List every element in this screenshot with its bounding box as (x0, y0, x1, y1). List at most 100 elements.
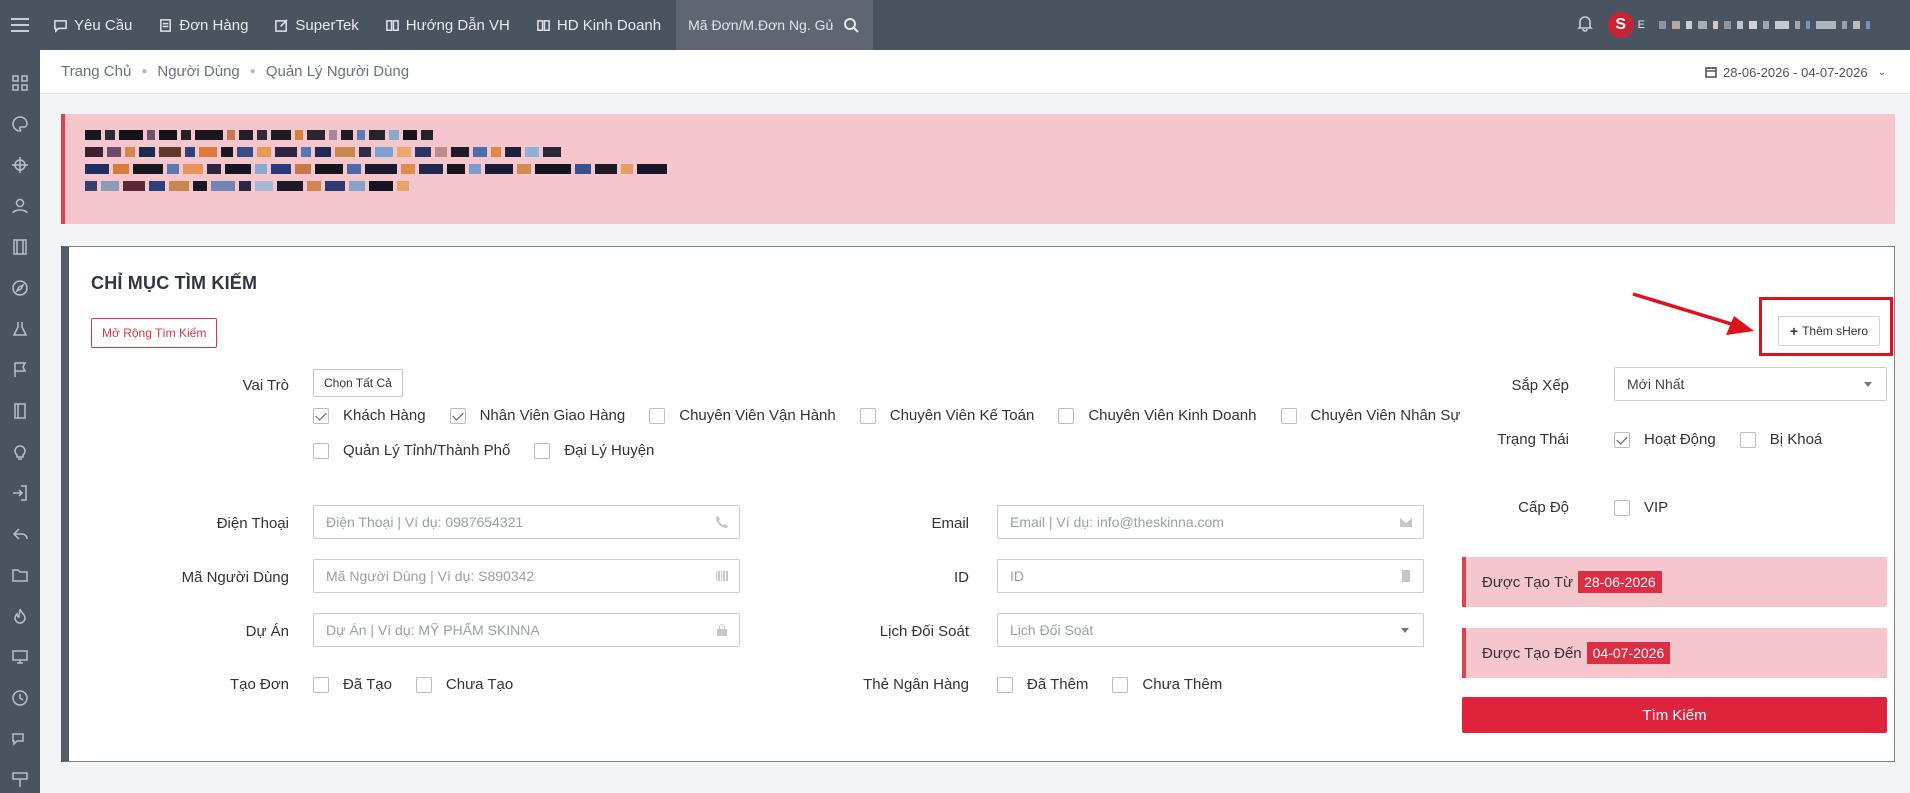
bank-card-options: Đã Thêm Chưa Thêm (997, 676, 1246, 693)
id-input[interactable] (1010, 568, 1389, 584)
bank-card-option[interactable]: Chưa Thêm (1112, 676, 1222, 693)
id-card-icon (1389, 560, 1423, 592)
role-label: Vai Trò (242, 377, 289, 394)
role-option[interactable]: Chuyên Viên Kinh Doanh (1058, 407, 1257, 424)
id-label: ID (954, 569, 969, 586)
level-options: VIP (1614, 499, 1692, 516)
edit-icon (275, 18, 289, 32)
dashboard-icon[interactable] (10, 72, 30, 93)
checkbox[interactable] (649, 407, 666, 424)
bell-icon[interactable] (1576, 14, 1594, 36)
flag-icon[interactable] (10, 359, 30, 380)
search-icon[interactable] (843, 17, 859, 33)
checkbox[interactable] (1739, 431, 1756, 448)
checkbox[interactable] (859, 407, 876, 424)
checkbox[interactable] (997, 676, 1013, 693)
breadcrumb-separator: ● (141, 66, 148, 77)
checkbox[interactable] (313, 442, 329, 459)
notebook-icon[interactable] (10, 400, 30, 421)
project-field (313, 613, 740, 647)
option-label: Chưa Tạo (445, 676, 514, 693)
login-icon[interactable] (10, 482, 30, 503)
user-code-input[interactable] (326, 568, 705, 584)
sort-select[interactable]: Mới Nhất (1614, 367, 1887, 401)
create-order-label: Tạo Đơn (229, 676, 289, 693)
user-code-label: Mã Người Dùng (181, 569, 289, 586)
role-option[interactable]: Chuyên Viên Nhân Sự (1280, 407, 1460, 424)
option-label: Hoạt Động (1644, 431, 1716, 448)
checkbox[interactable] (1614, 431, 1630, 448)
reply-icon[interactable] (10, 523, 30, 544)
lock-icon (705, 614, 739, 646)
email-input[interactable] (1010, 514, 1389, 530)
bulb-icon[interactable] (10, 441, 30, 462)
menu-icon[interactable] (0, 0, 40, 50)
expand-search-button[interactable]: Mở Rộng Tìm Kiếm (91, 318, 218, 348)
nav-label: Đơn Hàng (179, 16, 249, 34)
add-shero-button[interactable]: + Thêm sHero (1778, 316, 1880, 346)
created-from-filter[interactable]: Được Tạo Từ 28-06-2026 (1462, 557, 1887, 607)
nav-supertek[interactable]: SuperTek (261, 0, 371, 50)
role-option[interactable]: Khách Hàng (313, 407, 426, 424)
bank-card-option[interactable]: Đã Thêm (997, 676, 1088, 693)
comments-icon[interactable] (10, 728, 30, 749)
caret-down-icon (1864, 381, 1872, 387)
flask-icon[interactable] (10, 318, 30, 339)
reconcile-select[interactable]: Lịch Đối Soát (997, 613, 1424, 647)
user-area: S E (1576, 0, 1870, 50)
order-search-input[interactable] (688, 17, 834, 33)
user-icon[interactable] (10, 195, 30, 216)
brush-icon[interactable] (10, 769, 30, 790)
receipt-icon (160, 18, 172, 32)
status-option[interactable]: Bị Khoá (1739, 431, 1822, 448)
caret-down-icon (1401, 627, 1409, 633)
checkbox[interactable] (415, 676, 432, 693)
crosshair-icon[interactable] (10, 154, 30, 175)
role-option[interactable]: Chuyên Viên Vận Hành (649, 407, 836, 424)
breadcrumb-home[interactable]: Trang Chủ (61, 63, 131, 80)
folder-icon[interactable] (10, 564, 30, 585)
order-search (676, 0, 874, 50)
breadcrumb-users[interactable]: Người Dùng (157, 63, 239, 80)
add-shero-label: Thêm sHero (1802, 324, 1869, 338)
checkbox[interactable] (313, 676, 329, 693)
checkbox[interactable] (534, 442, 551, 459)
level-option[interactable]: VIP (1614, 499, 1668, 516)
create-order-option[interactable]: Đã Tạo (313, 676, 392, 693)
film-icon[interactable] (10, 236, 30, 257)
fire-icon[interactable] (10, 605, 30, 626)
role-option[interactable]: Quản Lý Tỉnh/Thành Phố (313, 442, 510, 459)
history-icon[interactable] (10, 687, 30, 708)
option-label: VIP (1644, 499, 1669, 516)
checkbox[interactable] (1614, 499, 1630, 516)
barcode-icon (705, 560, 739, 592)
compass-icon[interactable] (10, 277, 30, 298)
role-option[interactable]: Chuyên Viên Kế Toán (859, 407, 1034, 424)
checkbox[interactable] (1280, 407, 1297, 424)
nav-don-hang[interactable]: Đơn Hàng (145, 0, 261, 50)
phone-input[interactable] (326, 514, 705, 530)
role-option-label: Khách Hàng (343, 407, 426, 424)
checkbox[interactable] (1058, 407, 1075, 424)
created-to-filter[interactable]: Được Tạo Đến 04-07-2026 (1462, 628, 1887, 678)
status-option[interactable]: Hoạt Động (1614, 431, 1716, 448)
nav-hd-kinh-doanh[interactable]: HD Kinh Doanh (523, 0, 674, 50)
role-option[interactable]: Nhân Viên Giao Hàng (449, 407, 625, 424)
nav-huong-dan-vh[interactable]: Hướng Dẫn VH (372, 0, 523, 50)
daterange-picker[interactable]: 28-06-2026 - 04-07-2026 ⌄ (1705, 50, 1886, 94)
avatar[interactable]: S (1607, 12, 1634, 38)
role-options-row-1: Khách Hàng Nhân Viên Giao Hàng Chuyên Vi… (313, 407, 1484, 424)
nav-label: SuperTek (295, 16, 359, 34)
search-button[interactable]: Tìm Kiếm (1462, 697, 1887, 733)
role-option[interactable]: Đại Lý Huyện (534, 442, 654, 459)
nav-yeu-cau[interactable]: Yêu Cầu (40, 0, 145, 50)
checkbox[interactable] (449, 407, 466, 424)
checkbox[interactable] (1112, 676, 1129, 693)
create-order-option[interactable]: Chưa Tạo (415, 676, 514, 693)
select-all-button[interactable]: Chọn Tất Cả (313, 369, 403, 397)
palette-icon[interactable] (10, 113, 30, 134)
monitor-icon[interactable] (10, 646, 30, 667)
project-input[interactable] (326, 622, 705, 638)
bank-card-label: Thẻ Ngân Hàng (863, 676, 969, 693)
checkbox[interactable] (313, 407, 329, 424)
